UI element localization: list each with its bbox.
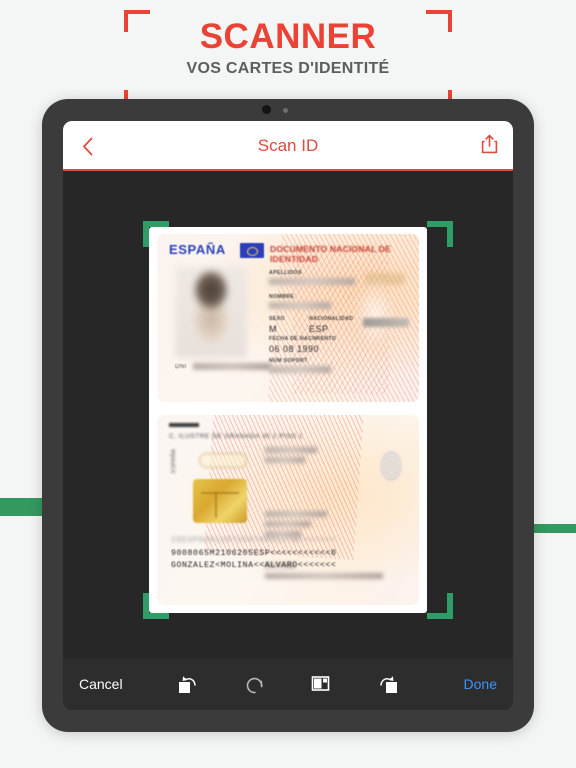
back-blurred-line [265, 573, 383, 579]
rotate-right-button[interactable] [368, 666, 408, 702]
field-nacionalidad-label: NACIONALIDAD [309, 316, 354, 322]
id-card-back: C. ILUSTRE DE GRANADA 30 2 PISO 1 ESPAÑA… [157, 415, 419, 605]
field-sexo: SEXO M [269, 316, 297, 334]
front-camera-icon [262, 105, 271, 114]
share-icon [481, 134, 498, 159]
undo-button[interactable] [235, 666, 275, 702]
mrz-block: IDESP00912072597688117BC<<<<<< 9008065M2… [171, 535, 407, 573]
field-apellidos-label: APELLIDOS [269, 270, 302, 276]
accent-bar-left [0, 498, 46, 516]
document-preview-canvas[interactable]: ESPAÑA DOCUMENTO NACIONAL DE IDENTIDAD D… [63, 173, 513, 658]
rotate-right-icon [377, 673, 399, 695]
crop-handle-bottom-left[interactable] [143, 593, 169, 619]
app-navbar: Scan ID [63, 121, 513, 171]
field-num-soporte-value [269, 366, 331, 373]
field-num-soporte-label: NÚM SOPORT [269, 358, 308, 364]
mrz-line-1: IDESP00912072597688117BC<<<<<< [171, 536, 337, 545]
eu-flag-icon [240, 243, 264, 258]
ambient-sensor-icon [283, 108, 288, 113]
bottom-toolbar: Cancel Done [63, 658, 513, 710]
card-dni-value [193, 363, 271, 370]
field-num-soporte: NÚM SOPORT [269, 358, 331, 373]
page-title: Scan ID [257, 136, 319, 155]
smart-chip-icon [193, 479, 247, 523]
back-blurred-line [265, 521, 311, 527]
mrz-line-3: GONZALEZ<MOLINA<<ALVARO<<<<<<< [171, 561, 337, 570]
field-fecha-nacimiento-label: FECHA DE NACIMIENTO [269, 336, 337, 342]
accent-bar-right [530, 524, 576, 533]
crop-handle-top-left[interactable] [143, 221, 169, 247]
back-vertical-text: ESPAÑA [171, 448, 177, 473]
back-blurred-line [265, 447, 317, 453]
card-dni-label: DNI [175, 364, 187, 370]
field-sexo-label: SEXO [269, 316, 285, 322]
card-country-label: ESPAÑA [169, 242, 226, 257]
promo-banner: SCANNER VOS CARTES D'IDENTITÉ [0, 0, 576, 112]
cancel-button[interactable]: Cancel [63, 676, 155, 692]
share-button[interactable] [471, 129, 507, 163]
undo-icon [244, 673, 266, 695]
back-stamp-pill [199, 453, 247, 468]
crop-icon [310, 675, 332, 693]
back-address-line: C. ILUSTRE DE GRANADA 30 2 PISO 1 [169, 433, 303, 440]
done-button[interactable]: Done [421, 676, 513, 692]
field-nacionalidad: NACIONALIDAD ESP [309, 316, 355, 334]
field-nombre-label: NOMBRE [269, 294, 295, 300]
back-header-label [169, 423, 199, 427]
back-blurred-line [265, 511, 327, 517]
field-nacionalidad-value: ESP [309, 324, 329, 334]
rotate-left-button[interactable] [168, 666, 208, 702]
field-apellidos: APELLIDOS [269, 270, 355, 285]
fingerprint-icon [379, 449, 403, 483]
scanned-page[interactable]: ESPAÑA DOCUMENTO NACIONAL DE IDENTIDAD D… [149, 227, 427, 613]
app-screen: Scan ID ESPAÑA DOCUMENTO NACIONAL DE IDE… [63, 121, 513, 710]
field-sexo-value: M [269, 324, 277, 334]
crop-handle-bottom-right[interactable] [427, 593, 453, 619]
card-document-title: DOCUMENTO NACIONAL DE IDENTIDAD [270, 244, 392, 264]
mrz-line-2: 9008065M2106205ESP<<<<<<<<<<<0 [171, 548, 337, 558]
id-card-front: ESPAÑA DOCUMENTO NACIONAL DE IDENTIDAD D… [157, 234, 419, 402]
field-fecha-nacimiento-value: 06 08 1990 [269, 344, 320, 354]
promo-title: SCANNER [199, 17, 377, 56]
field-fecha-nacimiento: FECHA DE NACIMIENTO 06 08 1990 [269, 336, 347, 354]
promo-subtitle: VOS CARTES D'IDENTITÉ [186, 60, 390, 77]
field-nombre: NOMBRE [269, 294, 331, 309]
card-serial-number [363, 318, 409, 327]
back-blurred-line [265, 457, 305, 463]
rotate-left-icon [177, 673, 199, 695]
field-apellidos-value [269, 278, 355, 285]
toolbar-icon-group [155, 666, 421, 702]
crop-handle-top-right[interactable] [427, 221, 453, 247]
id-portrait-photo [175, 266, 247, 358]
hologram-overlay [353, 278, 397, 350]
field-nombre-value [269, 302, 331, 309]
crop-button[interactable] [301, 666, 341, 702]
